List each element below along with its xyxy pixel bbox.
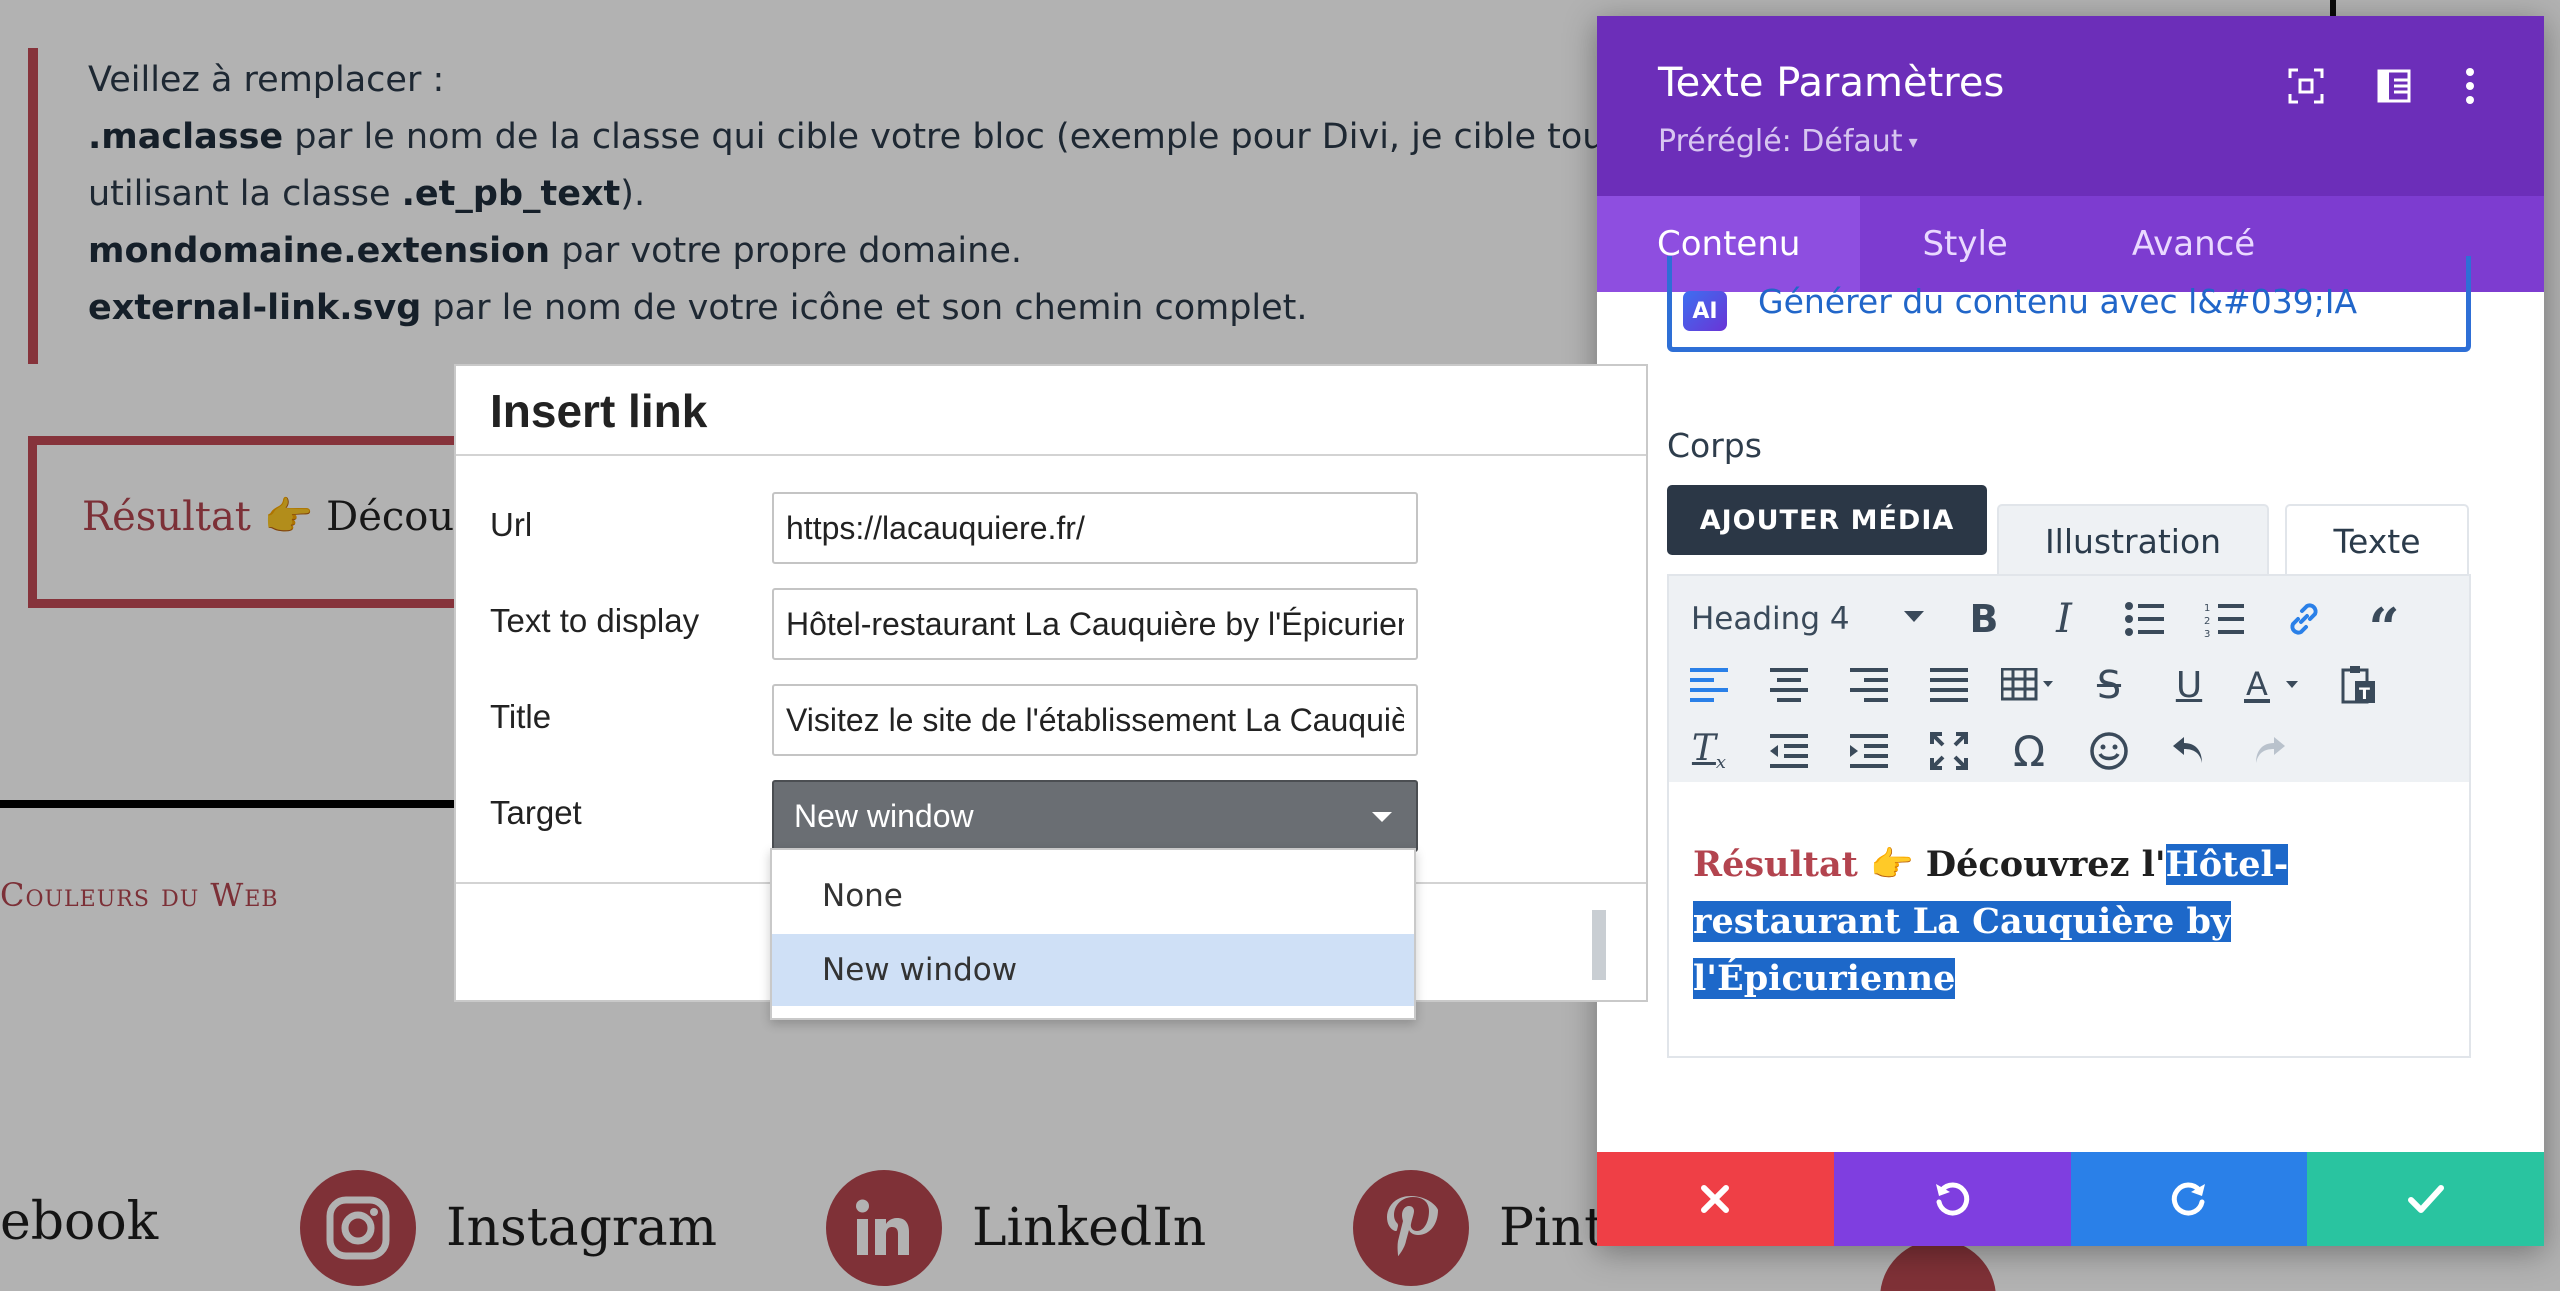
clear-formatting-icon[interactable]: Tx: [1669, 721, 1749, 781]
editor-content[interactable]: Résultat 👉 Découvrez l'Hôtel-restaurant …: [1693, 836, 2413, 1007]
target-label: Target: [490, 794, 582, 831]
fullscreen-editor-icon[interactable]: [1909, 721, 1989, 781]
add-media-button[interactable]: AJOUTER MÉDIA: [1667, 485, 1987, 555]
editor-tab-visual[interactable]: Illustration: [1997, 504, 2269, 576]
target-options-dropdown: None New window: [770, 848, 1416, 1020]
editor-plain-text: Découvrez l': [1925, 844, 2166, 885]
title-input[interactable]: [772, 684, 1418, 756]
target-select[interactable]: New window: [772, 780, 1418, 852]
section-label-corps: Corps: [1667, 426, 1762, 465]
caret-down-icon: ▾: [1908, 132, 1918, 153]
undo-icon[interactable]: [2149, 721, 2229, 781]
dialog-header: Insert link: [456, 366, 1646, 456]
svg-text:T: T: [2359, 684, 2370, 703]
more-options-icon[interactable]: [2460, 64, 2504, 108]
numbered-list-icon[interactable]: 1 2 3: [2184, 589, 2264, 649]
discard-button[interactable]: [1597, 1152, 1834, 1246]
fullscreen-icon[interactable]: [2284, 64, 2328, 108]
ai-generate-button[interactable]: Générer du contenu avec l&#039;IA: [1667, 256, 2471, 352]
panel-header-actions: [2284, 64, 2504, 108]
close-icon: [1701, 1185, 1730, 1213]
align-left-icon[interactable]: [1669, 655, 1749, 715]
chevron-down-icon: [1372, 812, 1392, 822]
url-input[interactable]: [772, 492, 1418, 564]
paste-text-icon[interactable]: T: [2319, 655, 2399, 715]
emoji-icon[interactable]: [2069, 721, 2149, 781]
split-view-icon[interactable]: [2372, 64, 2416, 108]
redo-icon[interactable]: [2229, 721, 2309, 781]
toolbar-row-2: S U A T: [1669, 652, 2399, 718]
redo-button[interactable]: [2070, 1152, 2308, 1246]
svg-text:2: 2: [2204, 616, 2210, 627]
format-select-value: Heading 4: [1691, 601, 1850, 637]
preset-selector[interactable]: Préréglé: Défaut ▾: [1658, 124, 1918, 159]
url-row: Url: [456, 492, 1646, 564]
underline-icon[interactable]: U: [2149, 655, 2229, 715]
editor-toolbar: Heading 4 B I 1 2 3 “ S U A T Tx Ω: [1667, 574, 2471, 784]
panel-header: Texte Paramètres Préréglé: Défaut ▾: [1597, 16, 2544, 196]
title-label: Title: [490, 698, 552, 735]
redo-circle-icon: [2171, 1182, 2205, 1216]
target-row: Target New window: [456, 780, 1646, 852]
blockquote-icon[interactable]: “: [2344, 589, 2424, 655]
svg-text:3: 3: [2204, 629, 2210, 637]
undo-circle-icon: [1936, 1182, 1970, 1216]
svg-text:A: A: [2246, 665, 2268, 703]
editor-red-text: Résultat: [1693, 844, 1858, 885]
chevron-down-icon: [1904, 611, 1924, 622]
title-row: Title: [456, 684, 1646, 756]
bold-icon[interactable]: B: [1944, 589, 2024, 649]
svg-text:1: 1: [2204, 603, 2210, 614]
save-button[interactable]: [2307, 1152, 2544, 1246]
undo-button[interactable]: [1833, 1152, 2071, 1246]
rich-text-editor[interactable]: Résultat 👉 Découvrez l'Hôtel-restaurant …: [1667, 782, 2471, 1058]
target-option-new-window[interactable]: New window: [772, 934, 1414, 1006]
ok-button[interactable]: [1592, 910, 1606, 980]
text-to-display-row: Text to display: [456, 588, 1646, 660]
indent-icon[interactable]: [1829, 721, 1909, 781]
align-right-icon[interactable]: [1829, 655, 1909, 715]
table-icon[interactable]: [1989, 655, 2069, 715]
outdent-icon[interactable]: [1749, 721, 1829, 781]
toolbar-row-3: Tx Ω: [1669, 718, 2309, 784]
special-character-icon[interactable]: Ω: [1989, 721, 2069, 781]
format-select[interactable]: Heading 4: [1669, 589, 1944, 649]
target-select-value: New window: [794, 797, 974, 834]
panel-footer-actions: [1597, 1152, 2544, 1246]
checkmark-icon: [2407, 1185, 2444, 1213]
target-option-none[interactable]: None: [772, 860, 1414, 932]
text-to-display-label: Text to display: [490, 602, 700, 639]
toolbar-row-1: Heading 4 B I 1 2 3 “: [1669, 586, 2424, 655]
italic-icon[interactable]: I: [2024, 589, 2104, 649]
ai-generate-label: Générer du contenu avec l&#039;IA: [1758, 282, 2358, 321]
align-center-icon[interactable]: [1749, 655, 1829, 715]
text-to-display-input[interactable]: [772, 588, 1418, 660]
align-justify-icon[interactable]: [1909, 655, 1989, 715]
url-label: Url: [490, 506, 533, 543]
pointing-hand-icon: 👉: [1870, 844, 1914, 885]
bullet-list-icon[interactable]: [2104, 589, 2184, 649]
text-settings-panel: Texte Paramètres Préréglé: Défaut ▾ Conte…: [1597, 16, 2544, 1246]
panel-title: Texte Paramètres: [1658, 60, 2005, 106]
preset-label: Préréglé: Défaut: [1658, 124, 1903, 159]
ai-icon: AI: [1683, 291, 1727, 331]
editor-tab-text[interactable]: Texte: [2285, 504, 2469, 576]
dialog-title: Insert link: [490, 385, 708, 437]
strikethrough-icon[interactable]: S: [2069, 655, 2149, 715]
link-icon[interactable]: [2264, 589, 2344, 649]
text-color-icon[interactable]: A: [2229, 655, 2319, 715]
